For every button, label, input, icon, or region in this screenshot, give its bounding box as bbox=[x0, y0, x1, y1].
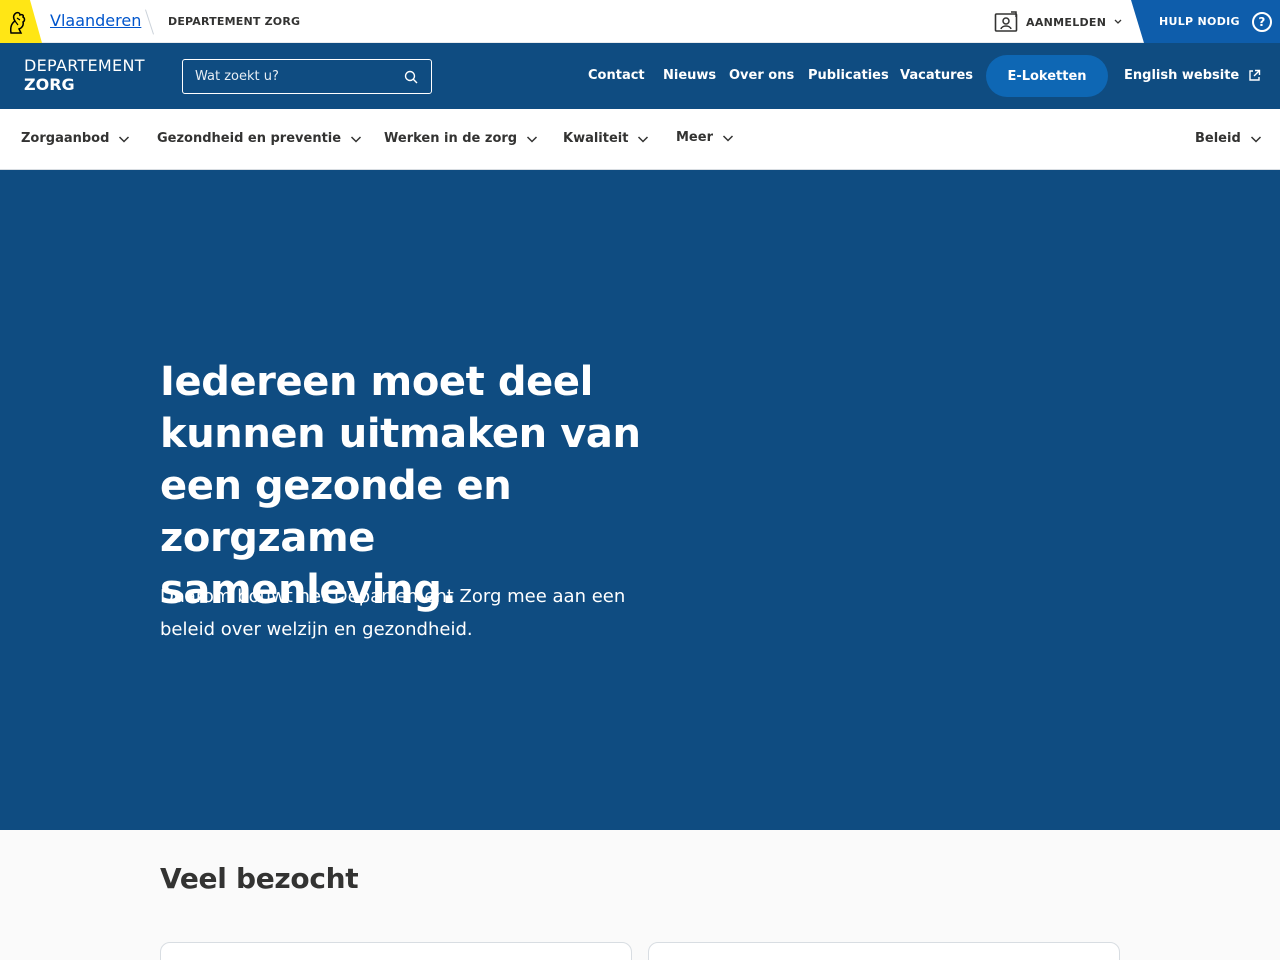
visited-card[interactable] bbox=[648, 942, 1120, 960]
site-brand[interactable]: DEPARTEMENT ZORG bbox=[24, 56, 145, 94]
section-title: Veel bezocht bbox=[160, 862, 359, 895]
english-website-link[interactable]: English website bbox=[1124, 68, 1261, 83]
login-label: AANMELDEN bbox=[1026, 15, 1107, 29]
subnav-gezondheid-en-preventie[interactable]: Gezondheid en preventie bbox=[157, 131, 362, 146]
chevron-down-icon bbox=[722, 134, 734, 142]
subnav-zorgaanbod[interactable]: Zorgaanbod bbox=[21, 131, 130, 146]
hero-banner: Iedereen moet deel kunnen uitmaken van e… bbox=[0, 170, 1280, 830]
department-label[interactable]: DEPARTEMENT ZORG bbox=[168, 15, 300, 28]
site-header: DEPARTEMENT ZORG Contact Nieuws Over ons… bbox=[0, 43, 1280, 109]
nav-vacatures[interactable]: Vacatures bbox=[900, 68, 973, 83]
eloketten-button[interactable]: E-Loketten bbox=[986, 55, 1108, 97]
flanders-logo[interactable] bbox=[0, 0, 42, 43]
external-link-icon bbox=[1249, 69, 1261, 81]
nav-nieuws[interactable]: Nieuws bbox=[663, 68, 716, 83]
vlaanderen-link[interactable]: Vlaanderen bbox=[50, 11, 141, 30]
question-circle-icon: ? bbox=[1251, 11, 1272, 32]
hero-subtitle: Daarom bouwt het Departement Zorg mee aa… bbox=[160, 586, 626, 640]
subnav-beleid[interactable]: Beleid bbox=[1195, 131, 1262, 146]
chevron-down-icon bbox=[1250, 135, 1261, 143]
hero-title: Iedereen moet deel kunnen uitmaken van e… bbox=[160, 359, 641, 613]
search-button[interactable] bbox=[403, 69, 419, 85]
subnav-label: Werken in de zorg bbox=[384, 131, 518, 146]
brand-line2: ZORG bbox=[24, 75, 75, 94]
id-card-icon bbox=[994, 11, 1018, 32]
nav-publicaties[interactable]: Publicaties bbox=[808, 68, 889, 83]
sub-nav: Zorgaanbod Gezondheid en preventie Werke… bbox=[0, 109, 1280, 170]
help-button[interactable]: HULP NODIG ? bbox=[1131, 0, 1280, 43]
global-header: Vlaanderen DEPARTEMENT ZORG AANMELDEN HU… bbox=[0, 0, 1280, 43]
subnav-label: Gezondheid en preventie bbox=[157, 131, 342, 146]
divider bbox=[145, 9, 154, 35]
help-label: HULP NODIG bbox=[1159, 15, 1240, 28]
subnav-label: Meer bbox=[676, 130, 713, 145]
subnav-meer[interactable]: Meer bbox=[676, 130, 734, 145]
nav-contact[interactable]: Contact bbox=[588, 68, 645, 83]
login-button[interactable]: AANMELDEN bbox=[994, 10, 1122, 34]
chevron-down-icon bbox=[351, 135, 362, 143]
subnav-werken-in-de-zorg[interactable]: Werken in de zorg bbox=[384, 131, 538, 146]
subnav-label: Kwaliteit bbox=[563, 131, 629, 146]
flemish-lion-icon bbox=[10, 11, 26, 34]
search-box bbox=[182, 59, 432, 94]
chevron-down-icon bbox=[1114, 19, 1122, 24]
chevron-down-icon bbox=[119, 135, 130, 143]
nav-over-ons[interactable]: Over ons bbox=[729, 68, 794, 83]
subnav-label: Zorgaanbod bbox=[21, 131, 110, 146]
search-input[interactable] bbox=[195, 69, 403, 84]
subnav-kwaliteit[interactable]: Kwaliteit bbox=[563, 131, 649, 146]
brand-line1: DEPARTEMENT bbox=[24, 56, 145, 75]
chevron-down-icon bbox=[527, 135, 538, 143]
subnav-label: Beleid bbox=[1195, 131, 1241, 146]
chevron-down-icon bbox=[638, 135, 649, 143]
search-icon bbox=[404, 70, 418, 83]
visited-card[interactable] bbox=[160, 942, 632, 960]
english-website-label: English website bbox=[1124, 68, 1240, 83]
